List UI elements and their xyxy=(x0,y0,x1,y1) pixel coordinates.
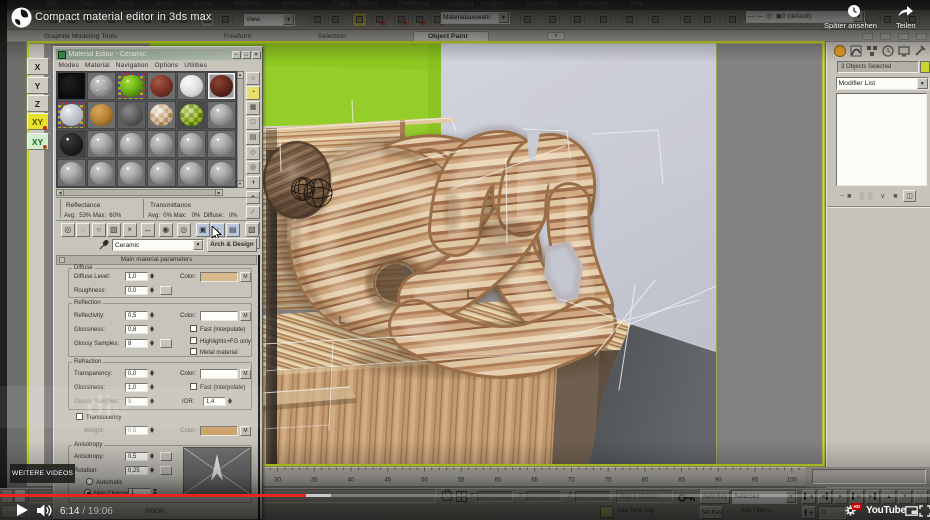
svg-text:100: 100 xyxy=(787,478,798,484)
svg-text:85: 85 xyxy=(678,478,685,484)
svg-text:55: 55 xyxy=(458,478,465,484)
svg-text:75: 75 xyxy=(605,478,612,484)
svg-text:95: 95 xyxy=(752,478,759,484)
svg-text:80: 80 xyxy=(642,478,649,484)
svg-text:50: 50 xyxy=(421,478,428,484)
svg-text:40: 40 xyxy=(348,478,355,484)
svg-text:90: 90 xyxy=(715,478,722,484)
svg-text:70: 70 xyxy=(568,478,575,484)
svg-text:35: 35 xyxy=(311,478,318,484)
svg-text:60: 60 xyxy=(495,478,502,484)
svg-text:45: 45 xyxy=(384,478,391,484)
svg-text:65: 65 xyxy=(531,478,538,484)
svg-text:30: 30 xyxy=(274,478,281,484)
